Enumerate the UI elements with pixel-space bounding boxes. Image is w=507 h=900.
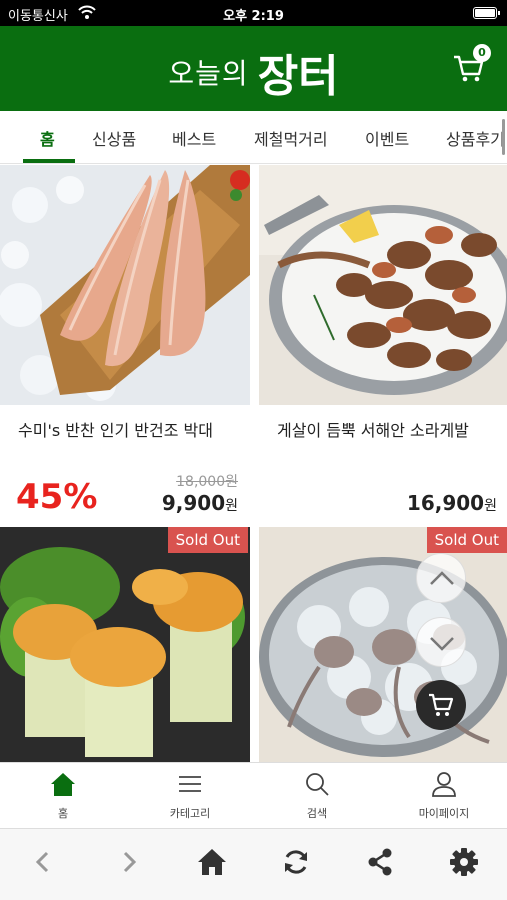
bottom-navigation: 홈 카테고리 검색 마이페이지 (0, 762, 507, 828)
nav-category[interactable]: 카테고리 (127, 763, 253, 829)
product-card[interactable]: Sold Out (259, 527, 507, 762)
sale-price-value: 16,900 (406, 491, 485, 515)
refresh-icon (285, 850, 307, 874)
logo-text-small: 오늘의 (168, 57, 249, 90)
scroll-up-button[interactable] (416, 553, 466, 603)
floating-cart-button[interactable] (416, 680, 466, 730)
nav-label: 마이페이지 (418, 807, 470, 820)
home-icon (198, 849, 226, 875)
product-image[interactable] (259, 527, 507, 762)
battery-icon (473, 7, 500, 19)
product-image[interactable] (0, 527, 250, 762)
cart-count-badge: 0 (473, 44, 491, 62)
tab-reviews[interactable]: 상품후기 (446, 126, 505, 150)
app-logo[interactable]: 오늘의 장터 (0, 40, 507, 104)
tab-home[interactable]: 홈 (40, 126, 55, 150)
currency-unit: 원 (225, 498, 238, 514)
user-icon (432, 772, 456, 797)
nav-label: 검색 (306, 807, 328, 820)
app-header: 오늘의 장터 0 (0, 26, 507, 111)
sold-out-badge: Sold Out (426, 527, 507, 553)
refresh-button[interactable] (278, 844, 314, 880)
original-price: 18,000원 (176, 474, 238, 490)
home-button[interactable] (194, 844, 230, 880)
product-name: 게살이 듬뿍 서해안 소라게발 (277, 421, 469, 440)
sale-price: 16,900원 (407, 491, 497, 515)
chevron-up-icon (430, 571, 454, 585)
tab-seasonal[interactable]: 제철먹거리 (254, 126, 328, 150)
nav-home[interactable]: 홈 (0, 763, 126, 829)
tab-event[interactable]: 이벤트 (365, 126, 409, 150)
product-image[interactable] (0, 165, 250, 405)
menu-icon (179, 776, 201, 792)
share-icon (368, 848, 392, 876)
forward-button[interactable] (110, 844, 146, 880)
settings-button[interactable] (446, 844, 482, 880)
sale-price-value: 9,900 (161, 491, 226, 515)
browser-toolbar (0, 828, 507, 900)
share-button[interactable] (362, 844, 398, 880)
product-image[interactable] (259, 165, 507, 405)
logo-text-big: 장터 (257, 51, 339, 102)
product-card[interactable]: 수미's 반찬 인기 반건조 박대 45% 18,000원 9,900원 (0, 165, 250, 523)
currency-unit: 원 (484, 498, 497, 514)
nav-search[interactable]: 검색 (254, 763, 380, 829)
scroll-down-button[interactable] (416, 617, 466, 667)
cart-button[interactable]: 0 (451, 44, 491, 86)
back-icon (35, 851, 49, 873)
nav-mypage[interactable]: 마이페이지 (381, 763, 507, 829)
nav-label: 홈 (57, 807, 69, 820)
chevron-down-icon (430, 637, 454, 651)
search-icon (306, 773, 329, 796)
discount-rate: 45% (16, 477, 98, 517)
product-name: 수미's 반찬 인기 반건조 박대 (18, 421, 213, 440)
active-tab-indicator (23, 159, 75, 163)
clock: 오후 2:19 (223, 9, 284, 24)
tab-best[interactable]: 베스트 (172, 126, 216, 150)
home-icon (51, 773, 75, 796)
tab-new[interactable]: 신상품 (92, 126, 136, 150)
back-button[interactable] (26, 844, 62, 880)
product-card[interactable]: Sold Out (0, 527, 250, 762)
product-card[interactable]: 게살이 듬뿍 서해안 소라게발 16,900원 (259, 165, 507, 523)
forward-icon (123, 851, 137, 873)
gear-icon (450, 848, 478, 876)
tabs-scrollbar[interactable] (502, 119, 505, 155)
category-tabs: 홈 신상품 베스트 제철먹거리 이벤트 상품후기 (0, 111, 507, 164)
cart-icon (429, 693, 454, 716)
nav-label: 카테고리 (169, 807, 211, 820)
sale-price: 9,900원 (162, 491, 238, 515)
status-bar: 이동통신사 오후 2:19 (0, 0, 507, 26)
sold-out-badge: Sold Out (167, 527, 248, 553)
